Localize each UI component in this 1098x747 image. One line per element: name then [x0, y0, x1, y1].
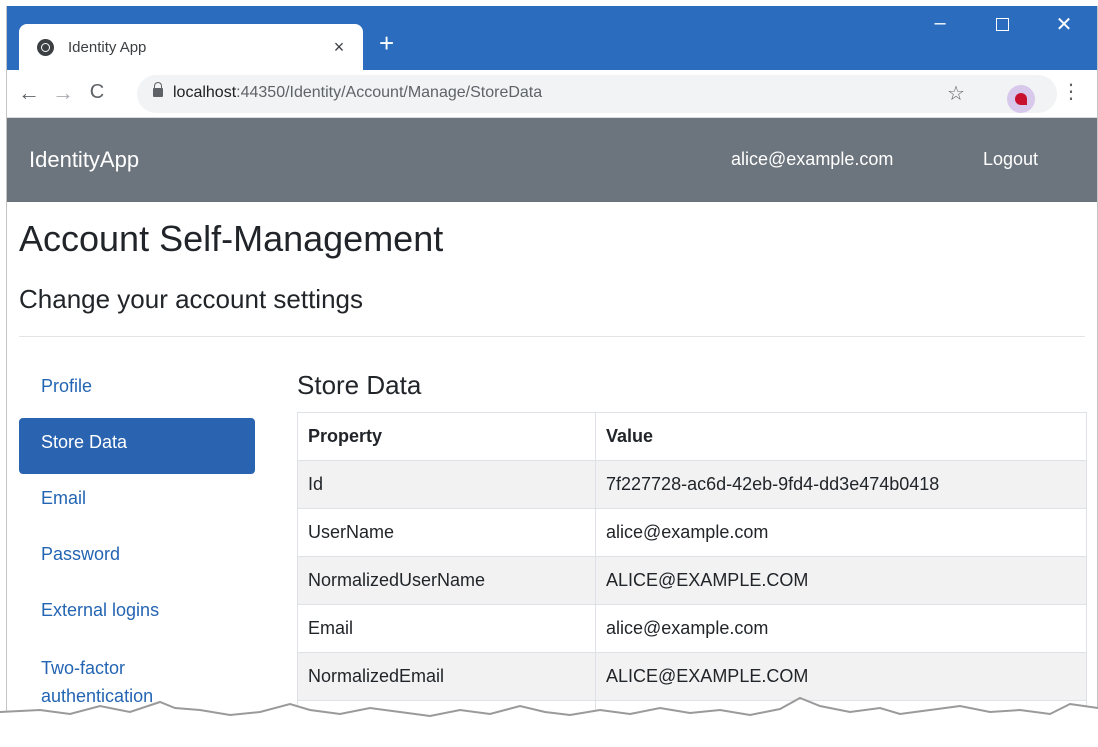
browser-menu-icon[interactable]: ⋮ — [1061, 79, 1081, 104]
value-cell: 7f227728-ac6d-42eb-9fd4-dd3e474b0418 — [595, 460, 1087, 509]
property-cell: Email — [297, 604, 596, 653]
lock-icon[interactable] — [153, 82, 163, 97]
browser-window: Identity App × + – ✕ ← → C localhost:443… — [6, 6, 1098, 747]
browser-tab[interactable]: Identity App × — [19, 24, 363, 70]
table-row: UserName alice@example.com — [297, 508, 1087, 557]
window-close-icon[interactable]: ✕ — [1041, 12, 1087, 37]
url-text[interactable]: localhost:44350/Identity/Account/Manage/… — [173, 84, 542, 102]
section-title: Store Data — [297, 370, 422, 400]
property-cell: UserName — [297, 508, 596, 557]
logout-link[interactable]: Logout — [983, 149, 1038, 170]
browser-titlebar: Identity App × + – ✕ — [7, 6, 1097, 70]
value-cell: alice@example.com — [595, 508, 1087, 557]
table-header-row: Property Value — [297, 412, 1087, 461]
property-cell: Id — [297, 460, 596, 509]
site-navbar: IdentityApp alice@example.com Logout — [7, 118, 1097, 202]
back-arrow-icon[interactable]: ← — [15, 80, 43, 106]
address-bar[interactable]: localhost:44350/Identity/Account/Manage/… — [137, 75, 1057, 113]
url-path: :44350/Identity/Account/Manage/StoreData — [236, 84, 543, 101]
sidebar-item-store-data[interactable]: Store Data — [19, 418, 255, 474]
divider — [19, 336, 1085, 337]
minimize-icon[interactable]: – — [917, 12, 963, 35]
manage-sidebar: Profile Store Data Email Password Extern… — [19, 362, 255, 714]
user-email-link[interactable]: alice@example.com — [731, 149, 893, 170]
sidebar-item-profile[interactable]: Profile — [19, 362, 255, 418]
page-title: Account Self-Management — [19, 218, 444, 259]
url-host: localhost — [173, 84, 237, 101]
sidebar-item-external-logins[interactable]: External logins — [19, 586, 255, 642]
tab-title: Identity App — [68, 38, 147, 56]
maximize-icon[interactable] — [979, 12, 1025, 37]
table-row: Email alice@example.com — [297, 604, 1087, 653]
browser-toolbar: ← → C localhost:44350/Identity/Account/M… — [7, 70, 1097, 118]
brand-link[interactable]: IdentityApp — [29, 147, 139, 173]
new-tab-icon[interactable]: + — [379, 30, 394, 56]
sidebar-item-password[interactable]: Password — [19, 530, 255, 586]
reload-icon[interactable]: C — [83, 81, 111, 104]
bookmark-star-icon[interactable]: ☆ — [947, 81, 965, 106]
value-cell: ALICE@EXAMPLE.COM — [595, 556, 1087, 605]
profile-avatar[interactable] — [1007, 85, 1035, 113]
page-subtitle: Change your account settings — [19, 284, 363, 314]
tab-close-icon[interactable]: × — [329, 37, 349, 58]
table-row: NormalizedUserName ALICE@EXAMPLE.COM — [297, 556, 1087, 605]
property-cell: NormalizedUserName — [297, 556, 596, 605]
value-cell: alice@example.com — [595, 604, 1087, 653]
forward-arrow-icon[interactable]: → — [49, 80, 77, 106]
table-row: Id 7f227728-ac6d-42eb-9fd4-dd3e474b0418 — [297, 460, 1087, 509]
sidebar-item-email[interactable]: Email — [19, 474, 255, 530]
column-header-value: Value — [595, 412, 1087, 461]
column-header-property: Property — [297, 412, 596, 461]
globe-icon — [37, 38, 54, 56]
torn-edge-decoration — [0, 696, 1098, 747]
